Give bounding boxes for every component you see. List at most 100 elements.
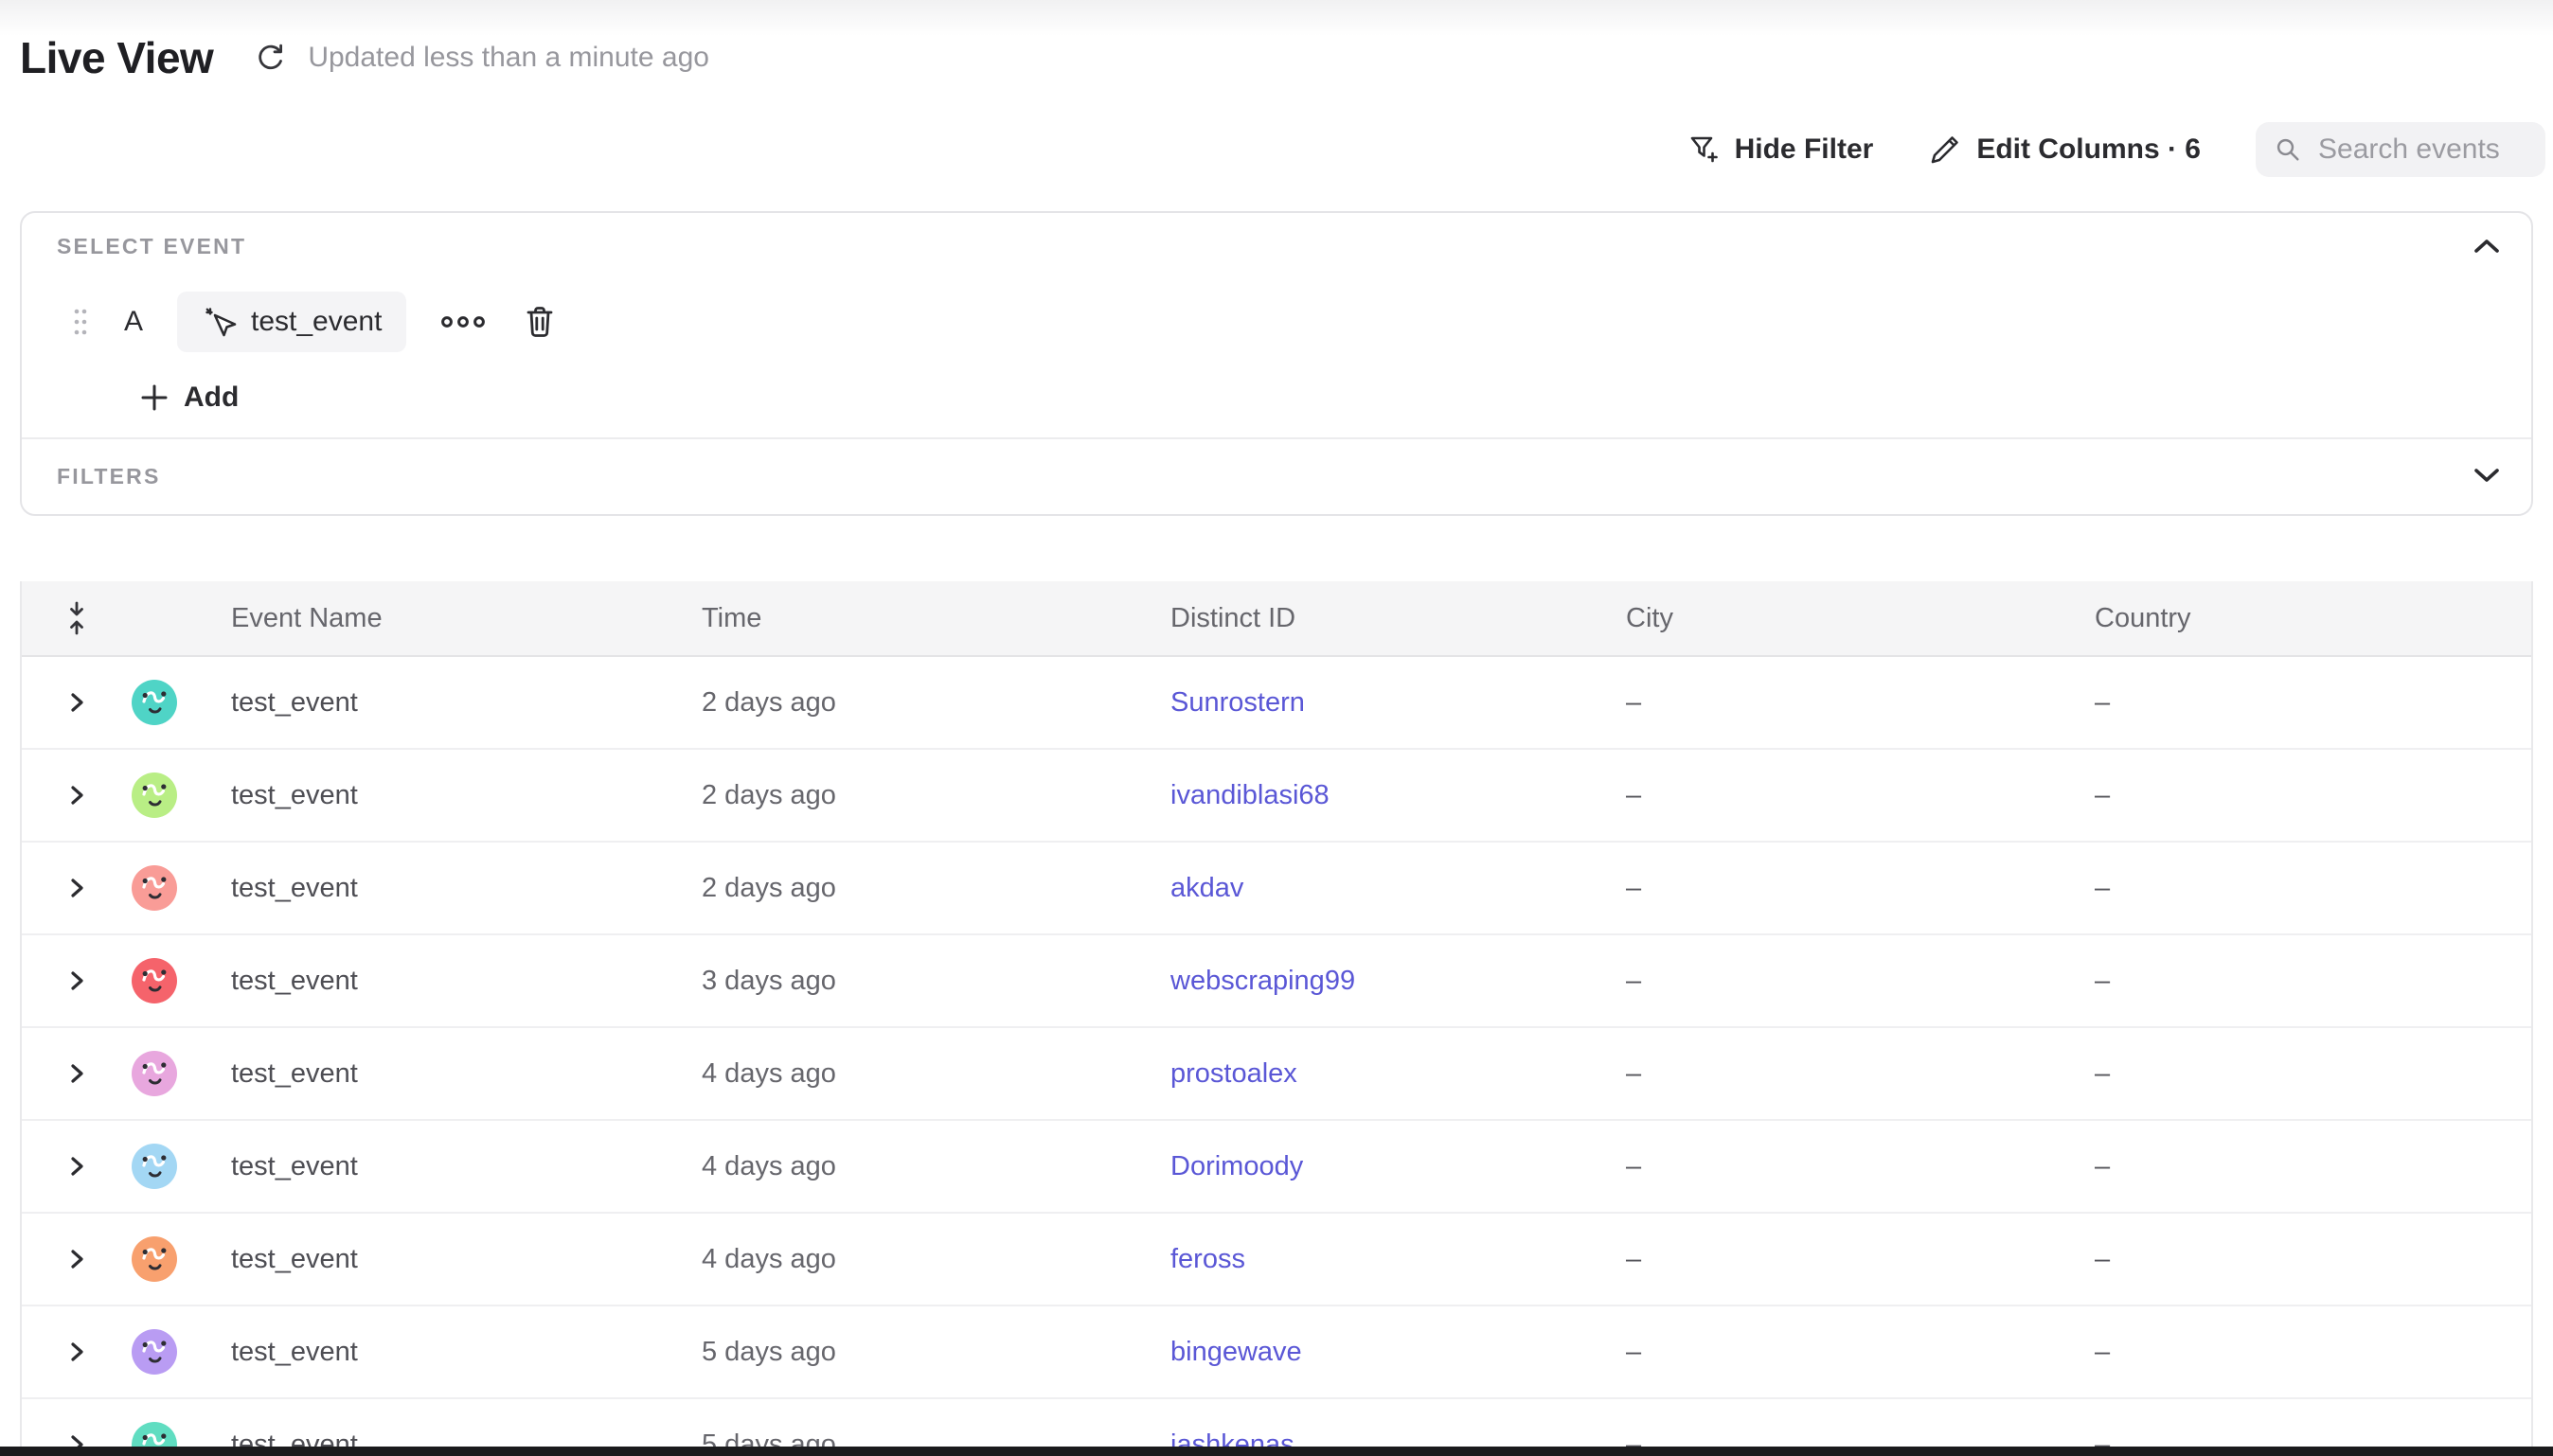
city-cell: – — [1626, 873, 1641, 904]
column-header-city[interactable]: City — [1626, 603, 2095, 634]
cursor-click-icon — [202, 304, 238, 340]
chevron-right-icon — [69, 1248, 84, 1270]
chevron-right-icon — [69, 969, 84, 992]
chevron-down-icon — [2473, 467, 2501, 484]
event-name-cell: test_event — [231, 966, 358, 997]
expand-row-button[interactable] — [69, 1062, 84, 1085]
event-name-cell: test_event — [231, 780, 358, 811]
event-clause-row: A test_event — [73, 291, 556, 353]
event-select-pill[interactable]: test_event — [177, 292, 406, 352]
expand-row-button[interactable] — [69, 969, 84, 992]
distinct-id-link[interactable]: webscraping99 — [1170, 966, 1355, 997]
table-row[interactable]: test_event 4 days ago Dorimoody – – — [22, 1121, 2531, 1214]
chevron-right-icon — [69, 1341, 84, 1363]
city-cell: – — [1626, 1244, 1641, 1275]
search-box[interactable] — [2256, 122, 2545, 177]
city-cell: – — [1626, 1151, 1641, 1182]
hide-filter-button[interactable]: Hide Filter — [1687, 133, 1874, 167]
collapse-rows-icon — [62, 600, 91, 636]
refresh-button[interactable] — [255, 42, 287, 74]
drag-handle-icon — [73, 307, 88, 337]
event-name-cell: test_event — [231, 1429, 358, 1447]
distinct-id-link[interactable]: prostoalex — [1170, 1058, 1297, 1090]
toolbar: Hide Filter Edit Columns · 6 — [1687, 121, 2545, 178]
search-input[interactable] — [2318, 133, 2526, 166]
country-cell: – — [2095, 1429, 2110, 1447]
distinct-id-link[interactable]: akdav — [1170, 873, 1243, 904]
column-header-distinct-id[interactable]: Distinct ID — [1170, 603, 1626, 634]
expand-row-button[interactable] — [69, 1248, 84, 1270]
query-builder-panel: SELECT EVENT A test_event — [20, 211, 2533, 516]
collapse-select-event-button[interactable] — [2473, 238, 2501, 257]
column-header-event-name[interactable]: Event Name — [231, 603, 702, 634]
user-avatar — [132, 1051, 177, 1096]
country-cell: – — [2095, 780, 2110, 811]
user-avatar — [132, 865, 177, 911]
table-row[interactable]: test_event 4 days ago prostoalex – – — [22, 1028, 2531, 1121]
time-cell: 5 days ago — [702, 1429, 836, 1447]
country-cell: – — [2095, 966, 2110, 997]
column-header-country[interactable]: Country — [2095, 603, 2531, 634]
expand-row-button[interactable] — [69, 1155, 84, 1178]
distinct-id-link[interactable]: Dorimoody — [1170, 1151, 1303, 1182]
city-cell: – — [1626, 1429, 1641, 1447]
plus-icon — [140, 383, 169, 412]
drag-handle[interactable] — [73, 307, 88, 337]
table-row[interactable]: test_event 5 days ago bingewave – – — [22, 1306, 2531, 1399]
collapse-all-rows-button[interactable] — [62, 600, 91, 636]
hide-filter-label: Hide Filter — [1735, 133, 1874, 166]
country-cell: – — [2095, 873, 2110, 904]
table-row[interactable]: test_event 3 days ago webscraping99 – – — [22, 935, 2531, 1028]
table-row[interactable]: test_event 4 days ago feross – – — [22, 1214, 2531, 1306]
user-avatar — [132, 1422, 177, 1447]
user-avatar — [132, 680, 177, 725]
expand-row-button[interactable] — [69, 1433, 84, 1447]
table-body: test_event 2 days ago Sunrostern – – — [22, 657, 2531, 1447]
search-icon — [2275, 133, 2301, 166]
time-cell: 2 days ago — [702, 780, 836, 811]
user-avatar — [132, 772, 177, 818]
distinct-id-link[interactable]: bingewave — [1170, 1337, 1302, 1368]
user-avatar — [132, 1329, 177, 1375]
country-cell: – — [2095, 1337, 2110, 1368]
distinct-id-link[interactable]: jashkenas — [1170, 1429, 1294, 1447]
select-event-label: SELECT EVENT — [57, 234, 246, 259]
distinct-id-link[interactable]: Sunrostern — [1170, 687, 1305, 719]
expand-row-button[interactable] — [69, 691, 84, 714]
event-name-cell: test_event — [231, 687, 358, 719]
time-cell: 2 days ago — [702, 873, 836, 904]
expand-row-button[interactable] — [69, 784, 84, 807]
filters-section[interactable]: FILTERS — [22, 439, 2531, 514]
chevron-up-icon — [2473, 238, 2501, 255]
add-event-button[interactable]: Add — [140, 382, 239, 414]
table-row[interactable]: test_event 5 days ago jashkenas – – — [22, 1399, 2531, 1447]
overflow-menu-button[interactable] — [440, 311, 486, 333]
event-pill-label: test_event — [251, 306, 382, 338]
trash-icon — [524, 304, 556, 340]
chevron-right-icon — [69, 784, 84, 807]
column-header-time[interactable]: Time — [702, 603, 1170, 634]
time-cell: 5 days ago — [702, 1337, 836, 1368]
expand-row-button[interactable] — [69, 1341, 84, 1363]
table-row[interactable]: test_event 2 days ago akdav – – — [22, 843, 2531, 935]
chevron-right-icon — [69, 1155, 84, 1178]
user-avatar — [132, 958, 177, 1003]
distinct-id-link[interactable]: feross — [1170, 1244, 1245, 1275]
city-cell: – — [1626, 780, 1641, 811]
edit-columns-button[interactable]: Edit Columns · 6 — [1928, 133, 2201, 167]
table-row[interactable]: test_event 2 days ago Sunrostern – – — [22, 657, 2531, 750]
country-cell: – — [2095, 1151, 2110, 1182]
top-fade — [0, 0, 2553, 36]
user-avatar — [132, 1144, 177, 1189]
filters-label: FILTERS — [57, 464, 161, 489]
chevron-right-icon — [69, 1433, 84, 1447]
distinct-id-link[interactable]: ivandiblasi68 — [1170, 780, 1330, 811]
event-name-cell: test_event — [231, 873, 358, 904]
page-header: Live View Updated less than a minute ago — [20, 32, 709, 83]
expand-filters-button[interactable] — [2473, 467, 2501, 487]
country-cell: – — [2095, 1244, 2110, 1275]
table-row[interactable]: test_event 2 days ago ivandiblasi68 – – — [22, 750, 2531, 843]
expand-row-button[interactable] — [69, 877, 84, 899]
delete-event-button[interactable] — [524, 304, 556, 340]
pencil-icon — [1928, 133, 1962, 167]
